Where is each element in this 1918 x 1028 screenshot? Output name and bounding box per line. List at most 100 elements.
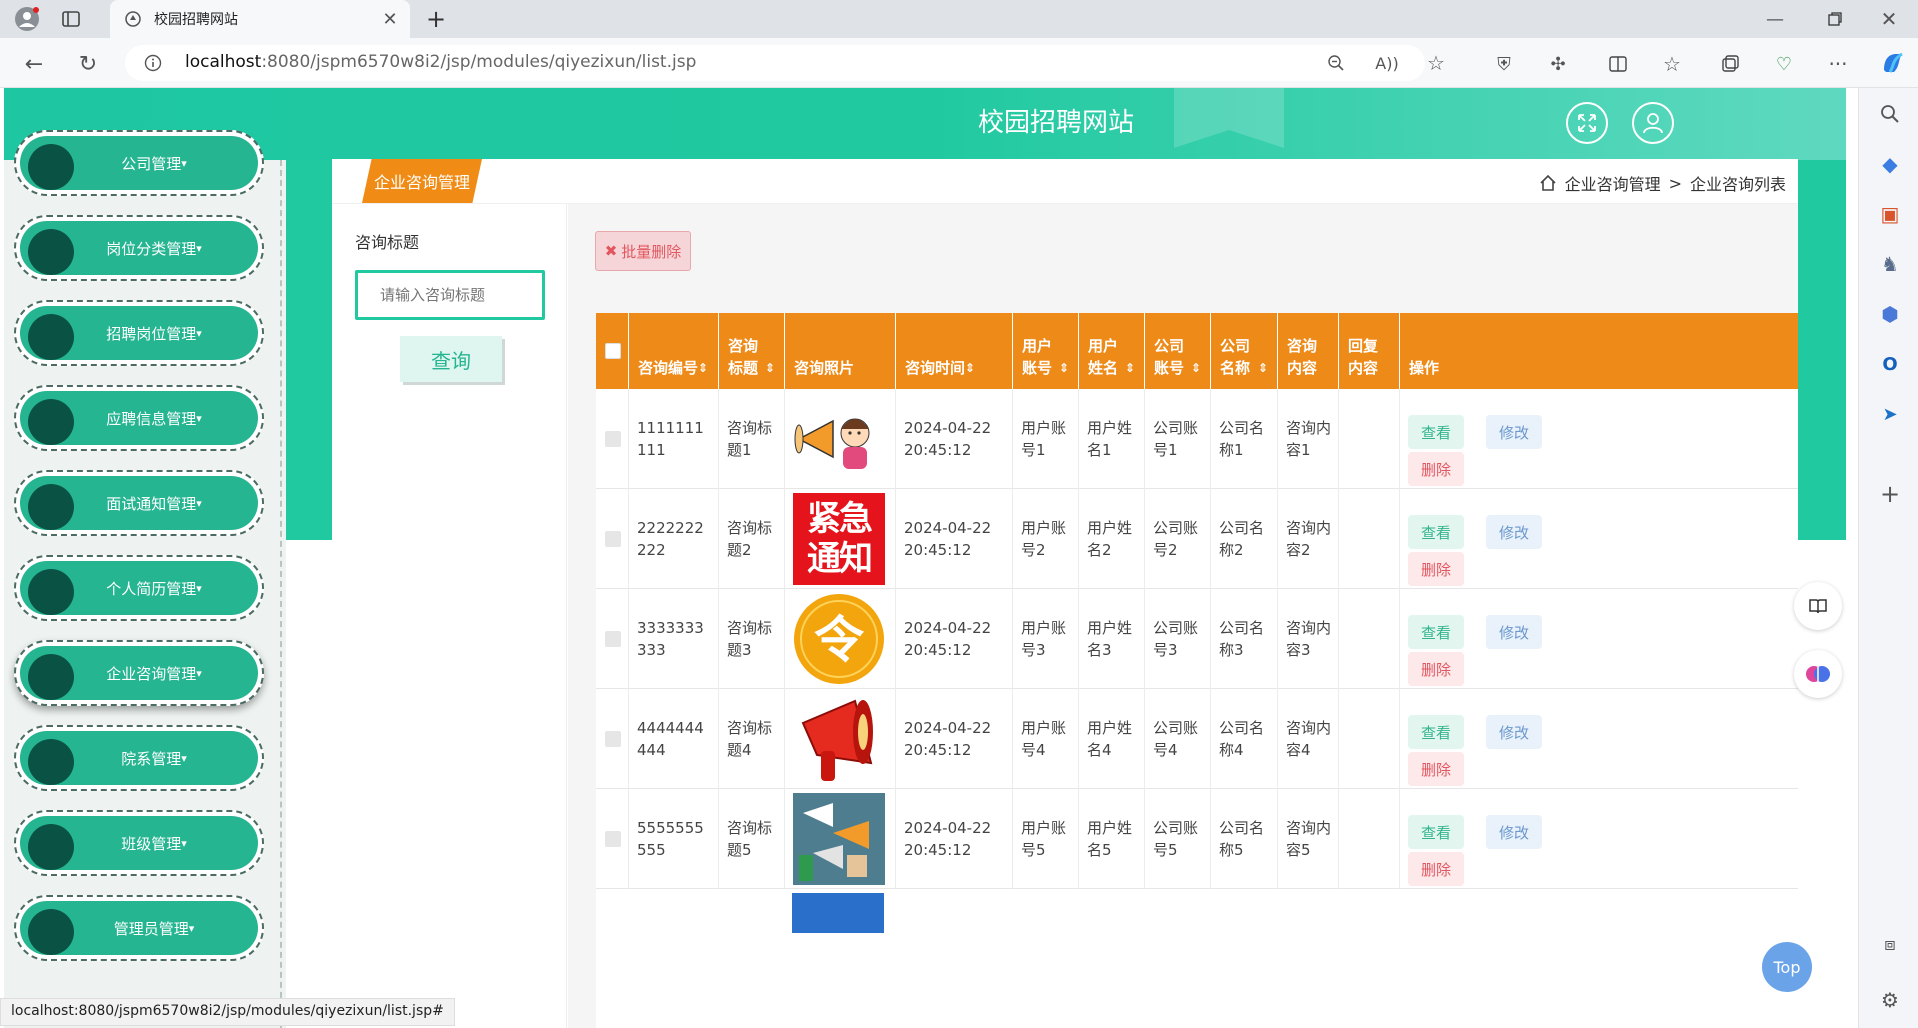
site-info-icon[interactable] [143, 53, 163, 73]
sidebar-item-4[interactable]: 应聘信息管理 ▾ [14, 385, 264, 451]
sidebar-item-1[interactable]: 公司管理 ▾ [14, 130, 264, 196]
outlook-icon[interactable]: O [1876, 350, 1904, 378]
edge-sidebar [1858, 88, 1918, 1028]
view-button[interactable]: 查看 [1408, 715, 1464, 749]
delete-button[interactable]: 删除 [1408, 752, 1464, 786]
extensions-puzzle-icon[interactable]: ✣ [1544, 50, 1572, 78]
consult-photo[interactable] [793, 793, 885, 885]
view-button[interactable]: 查看 [1408, 415, 1464, 449]
sort-arrows-icon[interactable]: ⇕ [1059, 357, 1069, 379]
sidebar-settings-gear-icon[interactable]: ⚙ [1876, 986, 1904, 1014]
column-header-5[interactable]: 用户账号 ⇕ [1012, 313, 1078, 389]
breadcrumb-first[interactable]: 企业咨询管理 [1565, 171, 1661, 195]
view-button[interactable]: 查看 [1408, 515, 1464, 549]
consult-title-input[interactable] [355, 270, 545, 320]
row-checkbox[interactable] [605, 831, 621, 847]
consult-photo[interactable]: 紧急 通知 [793, 493, 885, 585]
back-to-top-button[interactable]: Top [1762, 942, 1812, 992]
sidebar-item-5[interactable]: 面试通知管理 ▾ [14, 470, 264, 536]
sort-arrows-icon[interactable]: ⇕ [1258, 357, 1268, 379]
delete-button[interactable]: 删除 [1408, 652, 1464, 686]
profile-avatar-icon[interactable] [12, 4, 42, 34]
cell-divider [895, 389, 896, 489]
row-checkbox[interactable] [605, 731, 621, 747]
address-bar[interactable]: localhost:8080/jspm6570w8i2/jsp/modules/… [125, 45, 1445, 81]
edit-button[interactable]: 修改 [1486, 515, 1542, 549]
tab-actions-icon[interactable] [58, 6, 84, 32]
consult-photo[interactable]: 令 [793, 593, 885, 685]
column-header-2[interactable]: 咨询标题 ⇕ [718, 313, 784, 389]
shopping-tag-icon[interactable]: ◆ [1876, 150, 1904, 178]
sidebar-item-6[interactable]: 个人简历管理 ▾ [14, 555, 264, 621]
games-chess-icon[interactable]: ♞ [1876, 250, 1904, 278]
send-telegram-icon[interactable]: ➤ [1876, 400, 1904, 428]
edit-button[interactable]: 修改 [1486, 715, 1542, 749]
sidebar-item-body: 企业咨询管理 ▾ [20, 646, 258, 700]
delete-button[interactable]: 删除 [1408, 852, 1464, 886]
favorite-star-icon[interactable]: ☆ [1425, 51, 1447, 75]
search-icon[interactable] [1876, 100, 1904, 128]
collections-icon[interactable] [1716, 50, 1744, 78]
sidebar-item-7[interactable]: 企业咨询管理 ▾ [14, 640, 264, 706]
cell-date: 2024-04-22 20:45:12 [904, 389, 1007, 489]
sort-arrows-icon[interactable]: ⇕ [965, 357, 975, 379]
split-screen-icon[interactable] [1604, 50, 1632, 78]
consult-photo[interactable] [793, 693, 885, 785]
sidebar-item-2[interactable]: 岗位分类管理 ▾ [14, 215, 264, 281]
favorites-list-icon[interactable]: ☆ [1658, 50, 1686, 78]
edit-button[interactable]: 修改 [1486, 615, 1542, 649]
home-icon[interactable] [1539, 174, 1557, 192]
row-checkbox[interactable] [605, 631, 621, 647]
column-header-1[interactable]: 咨询编号 ⇕ [628, 313, 718, 389]
browser-essentials-heart-icon[interactable]: ♡ [1770, 50, 1798, 78]
zoom-out-icon[interactable] [1325, 52, 1347, 74]
edit-button[interactable]: 修改 [1486, 415, 1542, 449]
new-tab-icon[interactable]: + [422, 5, 450, 33]
add-sidebar-app-icon[interactable]: + [1876, 480, 1904, 508]
back-arrow-icon[interactable]: ← [20, 50, 48, 78]
sidebar-item-10[interactable]: 管理员管理 ▾ [14, 895, 264, 961]
microsoft365-icon[interactable]: ⬢ [1876, 300, 1904, 328]
edit-button[interactable]: 修改 [1486, 815, 1542, 849]
extension-shield-icon[interactable]: ⛨ [1490, 50, 1518, 78]
user-account-icon[interactable] [1632, 102, 1674, 144]
column-header-4[interactable]: 咨询时间 ⇕ [895, 313, 1012, 389]
sort-arrows-icon[interactable]: ⇕ [765, 357, 775, 379]
sort-arrows-icon[interactable]: ⇕ [1125, 357, 1135, 379]
sidebar-item-3[interactable]: 招聘岗位管理 ▾ [14, 300, 264, 366]
search-button[interactable]: 查询 [400, 336, 502, 382]
tab-close-icon[interactable]: ✕ [380, 9, 400, 30]
column-header-7[interactable]: 公司账号 ⇕ [1144, 313, 1210, 389]
window-close-icon[interactable]: ✕ [1876, 6, 1902, 32]
column-header-6[interactable]: 用户姓名 ⇕ [1078, 313, 1144, 389]
window-restore-icon[interactable] [1822, 6, 1848, 32]
sort-arrows-icon[interactable]: ⇕ [1191, 357, 1201, 379]
delete-button[interactable]: 删除 [1408, 552, 1464, 586]
cell-date-part: 2024-04-22 [904, 819, 992, 837]
sort-arrows-icon[interactable]: ⇕ [698, 357, 708, 379]
read-aloud-icon[interactable]: A)) [1375, 52, 1399, 74]
view-button[interactable]: 查看 [1408, 815, 1464, 849]
delete-button[interactable]: 删除 [1408, 452, 1464, 486]
sidebar-item-9[interactable]: 班级管理 ▾ [14, 810, 264, 876]
more-options-icon[interactable]: ··· [1824, 50, 1852, 78]
fullscreen-icon[interactable] [1566, 102, 1608, 144]
cell-title: 咨询标题1 [727, 389, 779, 489]
immersive-reader-book-icon[interactable] [1794, 582, 1842, 630]
section-tab[interactable]: 企业咨询管理 [362, 159, 482, 203]
browser-tab-active[interactable]: 校园招聘网站 ✕ [110, 0, 410, 38]
sidebar-item-8[interactable]: 院系管理 ▾ [14, 725, 264, 791]
tools-briefcase-icon[interactable]: ▣ [1876, 200, 1904, 228]
copilot-icon[interactable] [1878, 48, 1908, 78]
view-button[interactable]: 查看 [1408, 615, 1464, 649]
consult-photo[interactable] [793, 393, 885, 485]
batch-delete-button[interactable]: ✖ 批量删除 [595, 231, 691, 271]
column-header-8[interactable]: 公司名称 ⇕ [1210, 313, 1277, 389]
row-checkbox[interactable] [605, 531, 621, 547]
select-all-checkbox[interactable] [605, 343, 621, 359]
window-minimize-icon[interactable]: — [1762, 6, 1788, 32]
screenshot-icon[interactable]: ⧈ [1876, 930, 1904, 958]
ai-brain-icon[interactable] [1794, 650, 1842, 698]
row-checkbox[interactable] [605, 431, 621, 447]
reload-icon[interactable]: ↻ [74, 50, 102, 78]
